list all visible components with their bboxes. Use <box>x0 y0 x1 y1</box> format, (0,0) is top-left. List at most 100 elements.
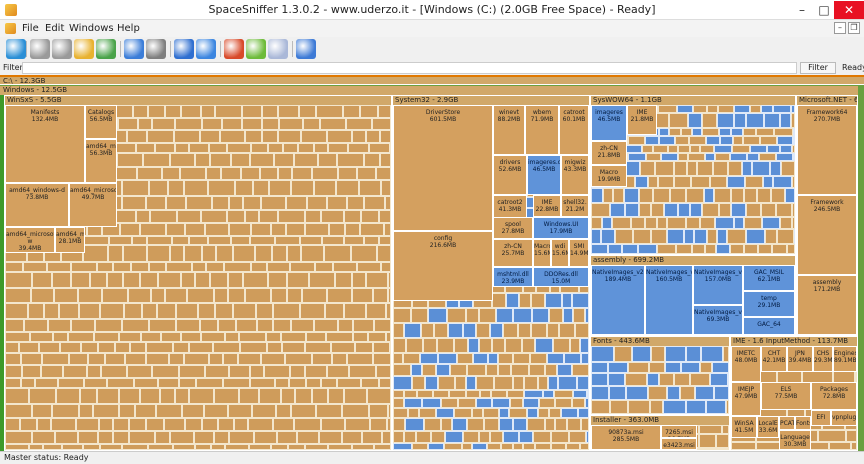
treemap-cell[interactable] <box>608 362 628 373</box>
treemap-cell[interactable] <box>291 180 314 196</box>
treemap-cell[interactable] <box>649 362 665 373</box>
treemap-cell[interactable] <box>692 244 705 254</box>
treemap-cell[interactable] <box>28 303 44 319</box>
treemap-tile[interactable]: amd64_microsoft-w 39.4MB <box>5 227 55 253</box>
treemap-cell[interactable] <box>411 364 422 376</box>
treemap-cell[interactable] <box>224 262 251 272</box>
treemap-cell[interactable] <box>209 143 227 153</box>
treemap-cell[interactable] <box>360 223 384 236</box>
treemap-cell[interactable] <box>156 404 182 418</box>
treemap-cell[interactable] <box>206 167 221 180</box>
treemap-cell[interactable] <box>580 338 589 353</box>
treemap-cell[interactable] <box>184 180 208 196</box>
treemap-cell[interactable] <box>21 378 35 388</box>
treemap-cell[interactable] <box>437 338 454 353</box>
treemap-cell[interactable] <box>298 143 314 153</box>
treemap-cell[interactable] <box>181 332 201 342</box>
treemap-cell[interactable] <box>851 442 857 450</box>
treemap-cell[interactable] <box>118 118 138 130</box>
treemap-cell[interactable] <box>113 262 131 272</box>
treemap-cell[interactable] <box>5 378 21 388</box>
treemap-cell[interactable] <box>60 342 81 353</box>
treemap-cell[interactable] <box>710 176 727 188</box>
treemap-cell[interactable] <box>524 390 543 398</box>
treemap-cell[interactable] <box>490 323 503 338</box>
treemap-cell[interactable] <box>294 153 318 167</box>
treemap-cell[interactable] <box>746 203 761 217</box>
treemap-cell[interactable] <box>140 272 158 288</box>
treemap-cell[interactable] <box>763 176 773 188</box>
treemap-cell[interactable] <box>608 373 625 386</box>
treemap-cell[interactable] <box>586 431 589 443</box>
treemap-cell[interactable] <box>175 388 189 404</box>
treemap-cell[interactable] <box>192 262 206 272</box>
treemap-cell[interactable] <box>527 418 545 431</box>
treemap-cell[interactable] <box>667 229 684 244</box>
treemap-cell[interactable] <box>282 342 305 353</box>
treemap-cell[interactable] <box>727 229 746 244</box>
treemap-cell[interactable] <box>744 244 758 254</box>
treemap-cell[interactable] <box>441 418 452 431</box>
treemap-cell[interactable] <box>254 431 277 444</box>
treemap-cell[interactable] <box>423 338 437 353</box>
treemap-cell[interactable] <box>146 353 169 365</box>
treemap-cell[interactable] <box>746 229 765 244</box>
treemap-cell[interactable] <box>249 444 271 450</box>
treemap-cell[interactable] <box>628 136 645 145</box>
treemap-tile[interactable]: IMEJP 47.9MB <box>731 382 761 416</box>
treemap-cell[interactable] <box>99 418 113 431</box>
treemap-cell[interactable] <box>404 431 416 443</box>
treemap-cell[interactable] <box>388 404 391 418</box>
treemap-cell[interactable] <box>547 323 559 338</box>
treemap-cell[interactable] <box>285 353 312 365</box>
treemap-cell[interactable] <box>32 404 52 418</box>
treemap-cell[interactable] <box>731 128 743 136</box>
treemap-cell[interactable] <box>405 418 424 431</box>
treemap-cell[interactable] <box>176 303 198 319</box>
treemap-cell[interactable] <box>344 388 367 404</box>
treemap-cell[interactable] <box>23 262 47 272</box>
treemap-cell[interactable] <box>772 244 787 254</box>
treemap-cell[interactable] <box>182 404 204 418</box>
treemap-cell[interactable] <box>366 303 386 319</box>
treemap-cell[interactable] <box>234 418 248 431</box>
treemap-cell[interactable] <box>610 400 628 414</box>
treemap-cell[interactable] <box>364 236 379 245</box>
treemap-cell[interactable] <box>53 332 68 342</box>
treemap-cell[interactable] <box>765 229 777 244</box>
treemap-cell[interactable] <box>357 167 376 180</box>
treemap-cell[interactable] <box>218 418 234 431</box>
treemap-cell[interactable] <box>48 319 71 332</box>
treemap-cell[interactable] <box>5 418 20 431</box>
treemap-cell[interactable] <box>628 400 650 414</box>
treemap-cell[interactable] <box>467 364 486 376</box>
treemap-cell[interactable] <box>591 362 608 373</box>
installer-region[interactable]: Installer - 363.0MB 90873a.msi 285.5MB 726… <box>590 415 730 451</box>
treemap-cell[interactable] <box>312 388 328 404</box>
treemap-cell[interactable] <box>436 364 450 376</box>
treemap-cell[interactable] <box>412 443 428 450</box>
treemap-cell[interactable] <box>338 319 353 332</box>
treemap-cell[interactable] <box>651 229 667 244</box>
treemap-cell[interactable] <box>777 229 794 244</box>
treemap-cell[interactable] <box>229 223 251 236</box>
treemap-cell[interactable] <box>730 244 744 254</box>
treemap-cell[interactable] <box>286 196 307 210</box>
ghost-icon[interactable] <box>268 39 288 59</box>
treemap-cell[interactable] <box>5 388 29 404</box>
treemap-cell[interactable] <box>466 376 476 390</box>
treemap-cell[interactable] <box>124 303 142 319</box>
treemap-cell[interactable] <box>513 376 524 390</box>
treemap-cell[interactable] <box>5 303 28 319</box>
treemap-cell[interactable] <box>625 203 639 217</box>
treemap-cell[interactable] <box>555 418 567 431</box>
treemap-cell[interactable] <box>707 105 718 113</box>
treemap-cell[interactable] <box>205 223 229 236</box>
treemap-tile[interactable]: 90873a.msi 285.5MB <box>591 425 661 450</box>
treemap-cell[interactable] <box>776 203 792 217</box>
treemap-cell[interactable] <box>351 245 377 262</box>
treemap-cell[interactable] <box>723 346 729 362</box>
treemap-cell[interactable] <box>384 223 391 236</box>
treemap-cell[interactable] <box>327 288 352 303</box>
treemap-cell[interactable] <box>557 364 572 376</box>
